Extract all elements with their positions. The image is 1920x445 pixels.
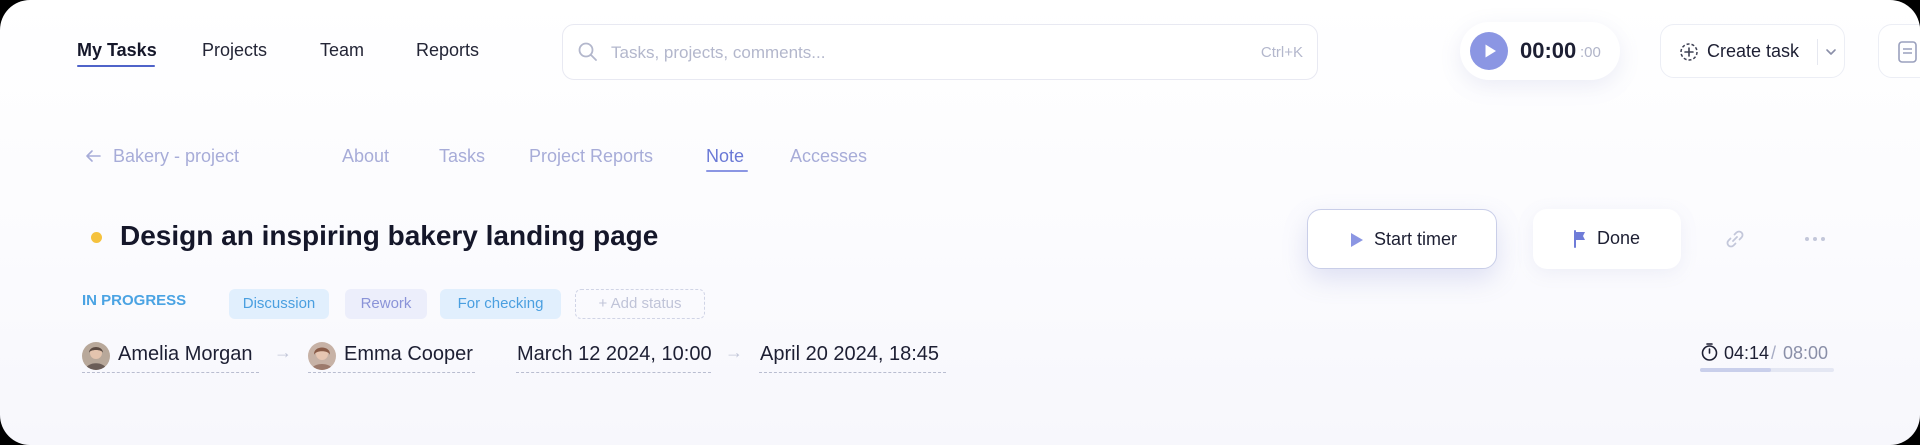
notes-button[interactable] xyxy=(1878,24,1920,78)
status-dot xyxy=(91,232,102,243)
assigner-dashline xyxy=(82,372,259,373)
nav-my-tasks[interactable]: My Tasks xyxy=(77,40,157,61)
time-estimate: 08:00 xyxy=(1783,343,1829,363)
start-timer-label: Start timer xyxy=(1374,229,1458,249)
time-progress-fill xyxy=(1700,368,1772,372)
create-task-button[interactable]: Create task xyxy=(1660,24,1845,78)
start-date[interactable]: March 12 2024, 10:00 xyxy=(517,343,712,366)
chevron-down-icon[interactable] xyxy=(1825,46,1837,58)
tag-for-checking[interactable]: For checking xyxy=(440,289,561,319)
notes-icon xyxy=(1898,41,1917,63)
avatar-amelia-image xyxy=(82,342,110,370)
global-timer: 00:00 :00 xyxy=(1460,22,1620,80)
assignee-name[interactable]: Emma Cooper xyxy=(344,343,473,366)
avatar xyxy=(308,342,336,370)
search-shortcut: Ctrl+K xyxy=(1260,44,1303,61)
stopwatch-icon xyxy=(1701,343,1718,361)
timer-value: 00:00 xyxy=(1520,38,1577,63)
create-divider xyxy=(1817,39,1818,65)
task-title: Design an inspiring bakery landing page xyxy=(120,220,659,251)
tab-note[interactable]: Note xyxy=(706,146,744,167)
status-label[interactable]: IN PROGRESS xyxy=(82,292,186,309)
search-input[interactable]: Tasks, projects, comments... Ctrl+K xyxy=(562,24,1318,80)
done-button[interactable]: Done xyxy=(1533,209,1681,269)
arrow-right-icon: → xyxy=(725,342,743,362)
assignee-dashline xyxy=(308,372,475,373)
nav-team[interactable]: Team xyxy=(320,40,364,61)
end-date[interactable]: April 20 2024, 18:45 xyxy=(760,343,939,366)
play-icon xyxy=(1485,44,1496,58)
create-task-label: Create task xyxy=(1707,41,1800,61)
arrow-right-icon: → xyxy=(274,342,292,362)
tab-about[interactable]: About xyxy=(342,146,389,167)
time-progress-bar xyxy=(1700,368,1834,372)
avatar xyxy=(82,342,110,370)
arrow-left-icon[interactable] xyxy=(84,148,102,164)
tab-tasks[interactable]: Tasks xyxy=(439,146,485,167)
end-date-dashline xyxy=(759,372,946,373)
start-timer-button[interactable]: Start timer xyxy=(1307,209,1497,269)
time-spent: 04:14 xyxy=(1724,343,1770,363)
flag-icon xyxy=(1574,230,1585,248)
nav-reports[interactable]: Reports xyxy=(416,40,479,61)
timer-seconds: :00 xyxy=(1580,44,1601,61)
tag-rework[interactable]: Rework xyxy=(345,289,427,319)
tab-accesses[interactable]: Accesses xyxy=(790,146,867,167)
add-status-button[interactable]: + Add status xyxy=(575,289,705,319)
play-icon xyxy=(1351,233,1363,247)
assigner-name[interactable]: Amelia Morgan xyxy=(118,343,253,366)
task-card: My Tasks Projects Team Reports Tasks, pr… xyxy=(0,0,1920,445)
play-button[interactable] xyxy=(1470,32,1508,70)
done-label: Done xyxy=(1597,228,1641,248)
time-separator: / xyxy=(1771,343,1777,363)
nav-projects[interactable]: Projects xyxy=(202,40,267,61)
search-icon xyxy=(578,42,597,61)
nav-active-underline xyxy=(77,65,155,67)
back-to-project-link[interactable]: Bakery - project xyxy=(113,146,239,167)
tab-active-underline xyxy=(706,170,748,172)
search-placeholder: Tasks, projects, comments... xyxy=(611,43,826,62)
plus-circle-icon xyxy=(1680,43,1698,61)
start-date-dashline xyxy=(516,372,711,373)
tab-project-reports[interactable]: Project Reports xyxy=(529,146,653,167)
tag-discussion[interactable]: Discussion xyxy=(229,289,329,319)
link-icon[interactable] xyxy=(1724,228,1746,250)
avatar-emma-image xyxy=(308,342,336,370)
more-dots-icon[interactable] xyxy=(1804,235,1826,243)
